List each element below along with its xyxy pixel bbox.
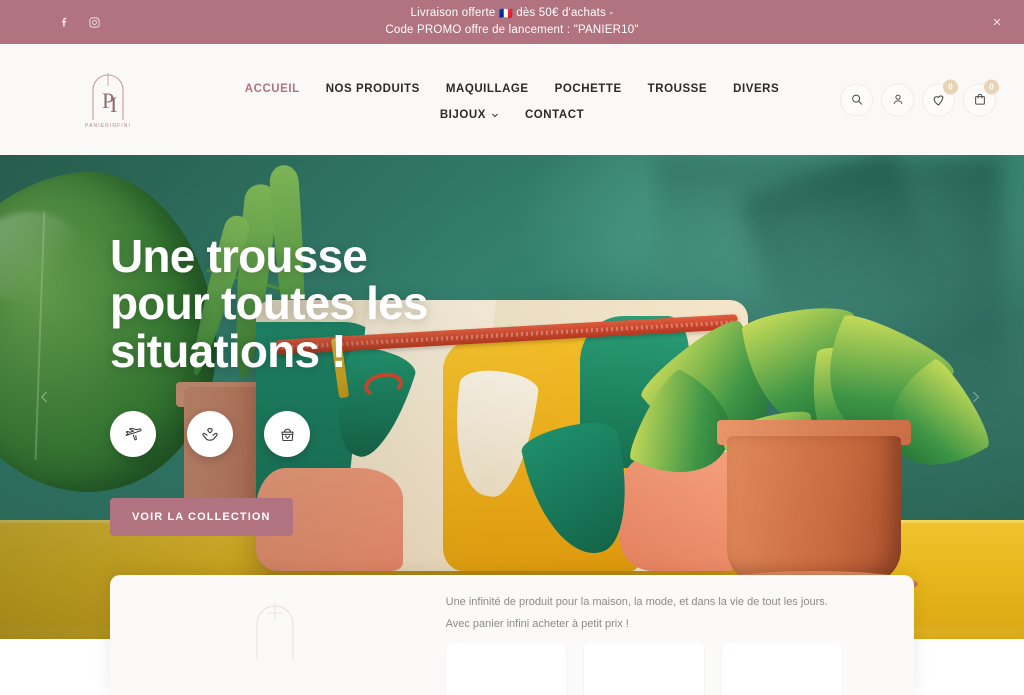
next-slide-arrow[interactable]: [964, 386, 986, 408]
nav-row-secondary: BIJOUX CONTACT: [440, 109, 584, 121]
prev-slide-arrow[interactable]: [34, 386, 56, 408]
nav-item-accueil[interactable]: ACCUEIL: [245, 83, 300, 95]
hero-feature-badges: [110, 411, 428, 458]
chevron-left-icon: [41, 391, 47, 403]
site-logo[interactable]: P I PANIERINFINI: [58, 64, 158, 136]
airplane-icon: [125, 427, 141, 440]
facebook-icon[interactable]: [54, 12, 74, 32]
intro-card: Une infinité de produit pour la maison, …: [110, 575, 914, 695]
search-button[interactable]: [840, 83, 873, 116]
nav-item-bijoux[interactable]: BIJOUX: [440, 109, 499, 121]
chevron-down-icon: [492, 113, 498, 117]
nav-item-maquillage[interactable]: MAQUILLAGE: [446, 83, 529, 95]
nav-row-primary: ACCUEIL NOS PRODUITS MAQUILLAGE POCHETTE…: [245, 83, 780, 95]
intro-tile[interactable]: [721, 643, 842, 695]
intro-description: Une infinité de produit pour la maison, …: [445, 596, 828, 630]
logo-wordmark: PANIERINFINI: [85, 123, 131, 129]
cart-button[interactable]: 0: [963, 79, 999, 116]
social-links: [54, 12, 104, 32]
hero-heading: Une trousse pour toutes les situations !: [110, 230, 429, 377]
header-actions: 0 0: [840, 79, 999, 116]
intro-tile[interactable]: [445, 643, 566, 695]
hero-heading-line-3: situations !: [110, 324, 347, 377]
nav-item-divers[interactable]: DIVERS: [733, 83, 779, 95]
wishlist-button[interactable]: 0: [922, 79, 958, 116]
site-header: P I PANIERINFINI ACCUEIL NOS PRODUITS MA…: [0, 44, 1024, 155]
nav-item-nos-produits[interactable]: NOS PRODUITS: [326, 83, 420, 95]
logo-monogram-icon: P I: [92, 73, 124, 120]
wishlist-count-badge: 0: [943, 79, 958, 94]
user-icon: [893, 94, 902, 105]
hero-heading-line-1: Une trousse: [110, 230, 368, 282]
watermark-logo-icon: [256, 603, 294, 659]
intro-card-logo-area: [110, 575, 440, 695]
promo-bar: Livraison offerte 🇫🇷 dès 50€ d'achats - …: [0, 0, 1024, 44]
chevron-right-icon: [973, 391, 979, 403]
instagram-icon[interactable]: [84, 12, 104, 32]
account-button[interactable]: [881, 83, 914, 116]
intro-card-tiles: [445, 643, 894, 695]
promo-message: Livraison offerte 🇫🇷 dès 50€ d'achats - …: [0, 0, 1024, 44]
promo-line-1-before: Livraison offerte: [410, 6, 499, 19]
france-flag-icon: 🇫🇷: [498, 7, 513, 20]
hero-badge-care[interactable]: [187, 411, 233, 458]
intro-tile[interactable]: [583, 643, 704, 695]
primary-navigation: ACCUEIL NOS PRODUITS MAQUILLAGE POCHETTE…: [245, 79, 780, 121]
promo-line-2: Code PROMO offre de lancement : "PANIER1…: [385, 23, 639, 36]
hero-badge-travel[interactable]: [110, 411, 156, 458]
intro-card-body: Une infinité de produit pour la maison, …: [440, 575, 914, 695]
nav-item-pochette[interactable]: POCHETTE: [555, 83, 622, 95]
nav-item-contact[interactable]: CONTACT: [525, 109, 584, 121]
search-icon: [851, 94, 862, 105]
pouch-icon: [280, 428, 294, 441]
promo-line-1: Livraison offerte 🇫🇷 dès 50€ d'achats -: [411, 7, 614, 21]
hero-carousel: Une trousse pour toutes les situations !: [0, 155, 1024, 639]
nav-item-bijoux-label: BIJOUX: [439, 108, 486, 121]
heart-icon: [933, 94, 944, 106]
hero-badge-pouch[interactable]: [264, 411, 310, 458]
hands-heart-icon: [202, 428, 218, 441]
svg-text:I: I: [110, 92, 117, 117]
close-icon[interactable]: ×: [988, 13, 1006, 31]
hero-heading-line-2: pour toutes les: [110, 277, 429, 330]
nav-item-trousse[interactable]: TROUSSE: [648, 83, 707, 95]
cart-count-badge: 0: [984, 79, 999, 94]
hero-cta-button[interactable]: VOIR LA COLLECTION: [110, 498, 293, 537]
hero-content: Une trousse pour toutes les situations !: [110, 230, 429, 537]
bag-icon: [974, 93, 985, 105]
promo-line-1-after: dès 50€ d'achats -: [512, 6, 614, 19]
